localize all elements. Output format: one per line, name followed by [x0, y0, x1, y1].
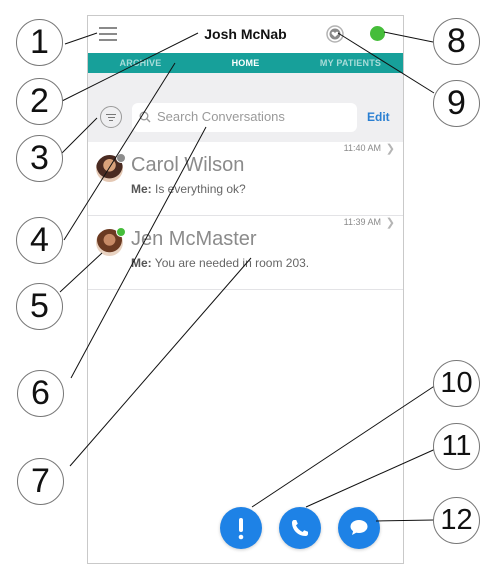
callout-2: 2	[16, 78, 63, 125]
callout-12: 12	[433, 497, 480, 544]
callout-3: 3	[16, 135, 63, 182]
callout-10: 10	[433, 360, 480, 407]
callout-5: 5	[16, 283, 63, 330]
callout-7: 7	[17, 458, 64, 505]
callout-leader-lines	[57, 31, 441, 522]
callout-9: 9	[433, 80, 480, 127]
callout-11: 11	[433, 423, 480, 470]
callout-6: 6	[17, 370, 64, 417]
callout-4: 4	[16, 217, 63, 264]
callout-8: 8	[433, 18, 480, 65]
callout-1: 1	[16, 19, 63, 66]
